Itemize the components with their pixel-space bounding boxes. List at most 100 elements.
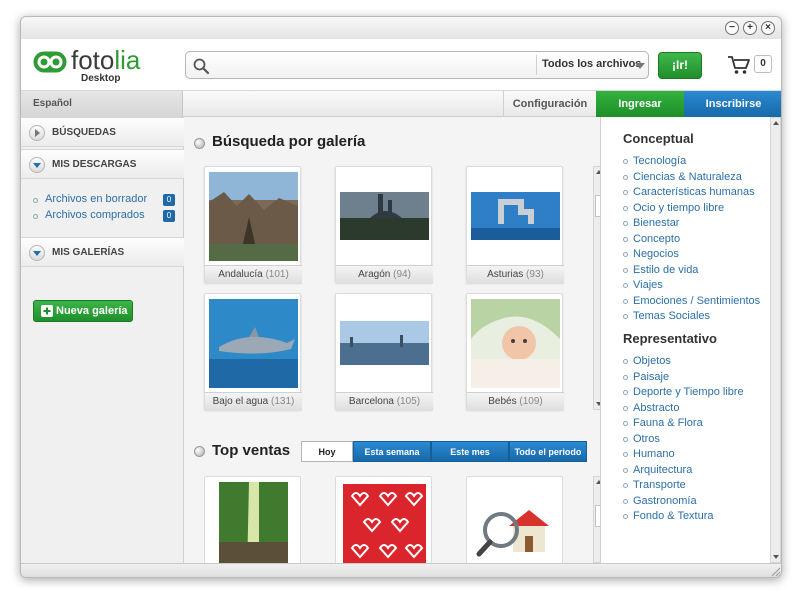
gallery-name: Aragón xyxy=(358,269,391,280)
sidebar-section-galleries[interactable]: MIS GALERÍAS xyxy=(21,237,184,267)
category-link[interactable]: Estilo de vida xyxy=(623,264,773,278)
tab-today[interactable]: Hoy xyxy=(301,441,353,462)
search-icon xyxy=(193,58,210,75)
sidebar-section-title: MIS DESCARGAS xyxy=(52,159,137,170)
category-link[interactable]: Fauna & Flora xyxy=(623,417,773,431)
new-gallery-button[interactable]: Nueva galería xyxy=(33,300,133,322)
category-link[interactable]: Emociones / Sentimientos xyxy=(623,295,773,309)
fotolia-logo[interactable]: fotolia Desktop xyxy=(33,45,163,85)
category-link[interactable]: Tecnología xyxy=(623,155,773,169)
gallery-section-title: Búsqueda por galería xyxy=(212,133,366,150)
collapse-icon[interactable] xyxy=(29,245,45,261)
category-link-label: Emociones / Sentimientos xyxy=(633,294,761,307)
search-input[interactable] xyxy=(214,55,534,75)
title-bar[interactable]: − + × xyxy=(21,17,781,39)
sidebar-link-drafts[interactable]: Archivos en borrador 0 xyxy=(33,193,183,209)
bullet-icon xyxy=(623,205,628,211)
category-link[interactable]: Objetos xyxy=(623,355,773,369)
bullet-icon xyxy=(623,421,628,426)
gallery-thumbnail xyxy=(209,299,298,388)
bullet-icon xyxy=(623,436,628,442)
section-bullet-icon xyxy=(194,138,205,149)
gallery-card-andalucia[interactable]: Andalucía (101) xyxy=(204,166,302,284)
sidebar-link-purchased[interactable]: Archivos comprados 0 xyxy=(33,209,183,225)
gallery-name: Asturias xyxy=(487,269,524,280)
status-bar xyxy=(21,563,781,577)
category-link[interactable]: Paisaje xyxy=(623,371,773,385)
main-content: Búsqueda por galería Andalucía (101) Ara… xyxy=(185,117,604,576)
chevron-down-icon[interactable] xyxy=(635,63,645,69)
cart-icon[interactable] xyxy=(727,54,751,76)
section-bullet-icon xyxy=(194,446,205,457)
tab-this-month[interactable]: Este mes xyxy=(431,441,509,462)
bullet-icon xyxy=(623,298,628,304)
category-link[interactable]: Arquitectura xyxy=(623,464,773,478)
gallery-caption: Bajo el agua (131) xyxy=(205,392,302,411)
fotolia-logo-icon xyxy=(33,51,67,73)
category-link[interactable]: Fondo & Textura xyxy=(623,510,773,524)
category-link[interactable]: Negocios xyxy=(623,248,773,262)
category-link-label: Negocios xyxy=(633,248,679,260)
top-sale-card[interactable] xyxy=(204,476,301,576)
search-go-button[interactable]: ¡Ir! xyxy=(658,52,702,79)
category-link[interactable]: Ciencias & Naturaleza xyxy=(623,171,773,185)
minimize-button[interactable]: − xyxy=(725,21,739,35)
category-link[interactable]: Humano xyxy=(623,448,773,462)
resize-grip-icon[interactable] xyxy=(771,567,781,577)
gallery-thumbnail xyxy=(340,172,429,261)
bullet-icon xyxy=(623,390,628,395)
category-link[interactable]: Transporte xyxy=(623,479,773,493)
gallery-card-bebes[interactable]: Bebés (109) xyxy=(466,293,564,411)
count-badge: 0 xyxy=(163,194,175,206)
gallery-count: (109) xyxy=(519,396,543,407)
language-selector[interactable]: Español xyxy=(21,91,183,117)
maximize-button[interactable]: + xyxy=(743,21,757,35)
top-sales-tabs: Hoy Esta semana Este mes Todo el periodo xyxy=(301,441,587,462)
category-link[interactable]: Abstracto xyxy=(623,402,773,416)
scroll-up-icon[interactable] xyxy=(773,121,779,125)
tab-all-time[interactable]: Todo el periodo xyxy=(509,441,587,462)
tab-this-week[interactable]: Esta semana xyxy=(353,441,431,462)
category-link[interactable]: Bienestar xyxy=(623,217,773,231)
category-link[interactable]: Características humanas xyxy=(623,186,773,200)
category-heading-representative: Representativo xyxy=(623,331,717,346)
signup-button[interactable]: Inscribirse xyxy=(684,91,781,117)
logo-wordmark-a: foto xyxy=(71,45,115,75)
scroll-down-icon[interactable] xyxy=(773,555,779,559)
category-link[interactable]: Deporte y Tiempo libre xyxy=(623,386,773,400)
gallery-card-bajo-el-agua[interactable]: Bajo el agua (131) xyxy=(204,293,302,411)
category-link-label: Estilo de vida xyxy=(633,263,699,276)
gallery-thumbnail xyxy=(471,299,560,388)
search-scope-select[interactable]: Todos los archivos xyxy=(542,58,641,70)
category-link[interactable]: Concepto xyxy=(623,233,773,247)
bullet-icon xyxy=(623,236,628,242)
sidebar-section-title: MIS GALERÍAS xyxy=(52,247,125,258)
category-link[interactable]: Ocio y tiempo libre xyxy=(623,202,773,216)
search-bar: Todos los archivos xyxy=(185,51,649,79)
collapse-icon[interactable] xyxy=(29,157,45,173)
gallery-card-asturias[interactable]: Asturias (93) xyxy=(466,166,564,284)
gallery-card-barcelona[interactable]: Barcelona (105) xyxy=(335,293,433,411)
config-button[interactable]: Configuración xyxy=(503,91,596,117)
bullet-icon xyxy=(623,314,628,319)
sidebar-section-searches[interactable]: BÚSQUEDAS xyxy=(21,117,184,147)
category-link[interactable]: Gastronomía xyxy=(623,495,773,509)
header: fotolia Desktop Todos los archivos ¡Ir! … xyxy=(21,39,781,91)
category-link[interactable]: Otros xyxy=(623,433,773,447)
sidebar-section-downloads[interactable]: MIS DESCARGAS xyxy=(21,149,184,179)
categories-scrollbar[interactable] xyxy=(770,117,781,563)
close-button[interactable]: × xyxy=(761,21,775,35)
bullet-icon xyxy=(623,359,628,364)
category-link-label: Deporte y Tiempo libre xyxy=(633,386,744,398)
gallery-card-aragon[interactable]: Aragón (94) xyxy=(335,166,433,284)
expand-icon[interactable] xyxy=(29,125,45,141)
category-link-label: Paisaje xyxy=(633,370,670,383)
top-sale-card[interactable] xyxy=(466,476,563,576)
top-sale-card[interactable] xyxy=(335,476,432,576)
category-link-label: Ocio y tiempo libre xyxy=(633,201,725,214)
category-link[interactable]: Temas Sociales xyxy=(623,310,773,324)
bullet-icon xyxy=(623,467,628,473)
bullet-icon xyxy=(623,452,628,457)
category-link[interactable]: Viajes xyxy=(623,279,773,293)
login-button[interactable]: Ingresar xyxy=(596,91,684,117)
